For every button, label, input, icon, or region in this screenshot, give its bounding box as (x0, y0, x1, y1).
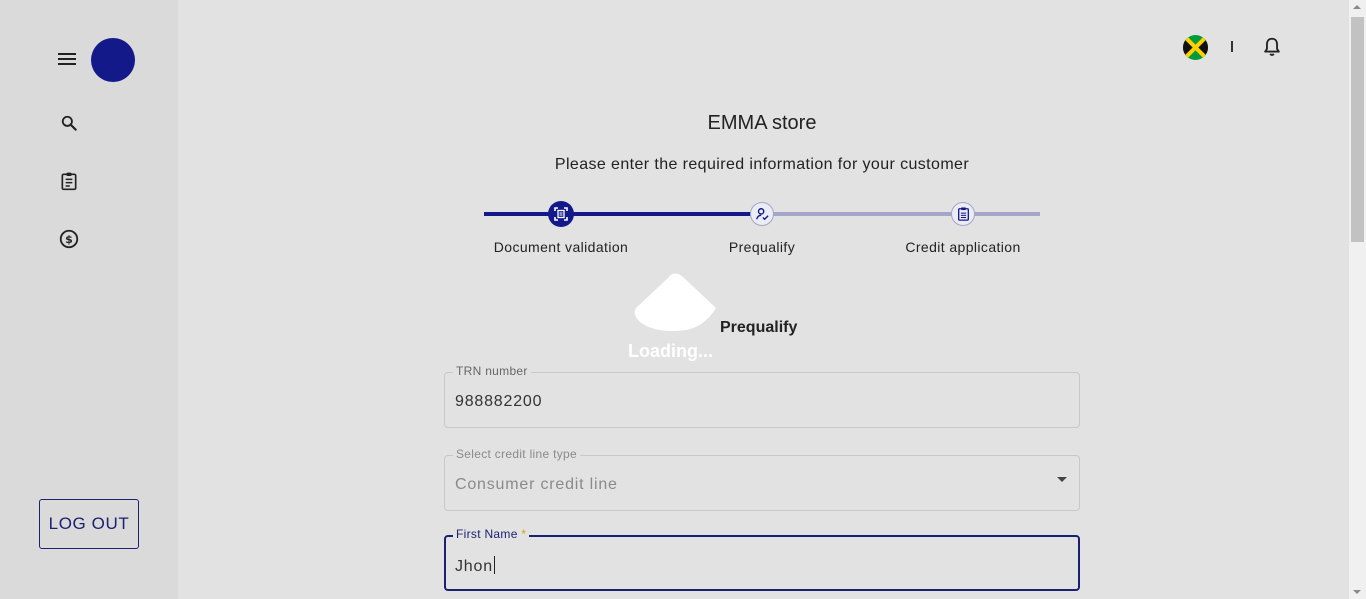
bell-icon[interactable] (1261, 36, 1283, 58)
document-scan-icon[interactable] (548, 201, 574, 227)
store-title: EMMA store (707, 112, 817, 134)
stepper-line-complete (484, 212, 761, 216)
jamaica-flag-icon[interactable] (1183, 35, 1208, 60)
first-name-label: First Name * (453, 527, 530, 541)
page-subtitle: Please enter the required information fo… (554, 156, 970, 173)
first-name-input[interactable]: Jhon (455, 556, 495, 576)
required-mark: * (521, 527, 527, 541)
trn-number-label: TRN number (453, 364, 531, 378)
page-scrollbar[interactable] (1349, 0, 1366, 599)
scroll-down-icon[interactable] (1353, 590, 1361, 594)
step-label-document-validation: Document validation (493, 239, 629, 255)
loading-spinner (634, 273, 716, 331)
credit-line-type-label: Select credit line type (453, 447, 580, 461)
menu-icon[interactable] (56, 49, 78, 69)
topbar-divider (1231, 41, 1233, 52)
trn-number-value[interactable]: 988882200 (455, 393, 542, 411)
loading-text: Loading... (628, 341, 713, 361)
person-check-icon[interactable] (750, 202, 774, 226)
text-cursor (493, 556, 495, 574)
dollar-icon[interactable]: $ (56, 226, 82, 252)
credit-line-type-select[interactable]: Select credit line type Consumer credit … (444, 447, 1080, 511)
scrollbar-thumb[interactable] (1351, 17, 1364, 242)
section-title: Prequalify (720, 319, 798, 336)
logout-button[interactable]: LOG OUT (39, 499, 139, 549)
credit-line-type-value[interactable]: Consumer credit line (455, 476, 618, 494)
step-label-credit-application: Credit application (905, 239, 1021, 255)
trn-number-field[interactable]: TRN number 988882200 (444, 364, 1080, 428)
search-icon[interactable] (56, 110, 82, 136)
stepper-line-pending (761, 212, 1040, 216)
clipboard-icon[interactable] (56, 168, 82, 194)
scroll-up-icon[interactable] (1353, 5, 1361, 9)
step-label-prequalify: Prequalify (728, 239, 796, 255)
svg-text:$: $ (65, 233, 73, 246)
chevron-down-icon[interactable] (1057, 477, 1067, 482)
sidebar: $ LOG OUT (0, 0, 178, 599)
first-name-field[interactable]: First Name * Jhon (444, 527, 1080, 591)
form-icon[interactable] (951, 202, 975, 226)
avatar[interactable] (91, 38, 135, 82)
